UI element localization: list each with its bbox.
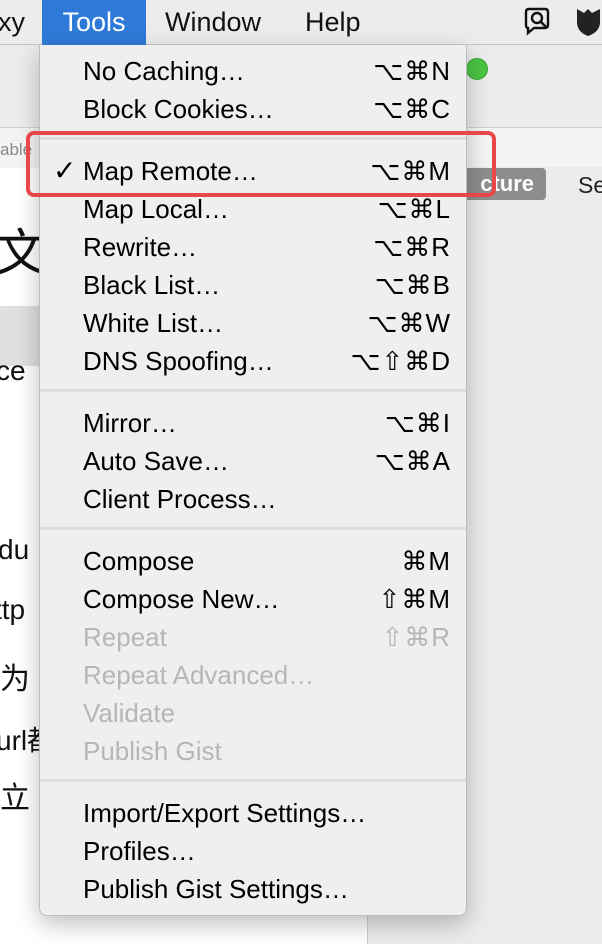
shortcut: ⌥⌘R xyxy=(373,232,451,262)
segment-label-sequence[interactable]: Se xyxy=(578,168,602,202)
background-text: ttp xyxy=(0,594,26,625)
background-text: 为 xyxy=(0,663,30,696)
background-text: du xyxy=(0,534,30,565)
menu-item-compose[interactable]: Compose ⌘M xyxy=(40,543,466,579)
shortcut: ⇧⌘M xyxy=(378,584,451,614)
menubar-item-help[interactable]: Help xyxy=(305,0,361,45)
menubar-item-proxy[interactable]: xy xyxy=(0,0,25,45)
shortcut: ⌘M xyxy=(401,546,451,576)
shortcut: ⇧⌘R xyxy=(381,622,451,652)
menu-item-repeat: Repeat ⇧⌘R xyxy=(40,619,466,655)
menu-item-block-cookies[interactable]: Block Cookies… ⌥⌘C xyxy=(40,91,466,127)
window-zoom-button[interactable] xyxy=(466,58,488,80)
menu-item-profiles[interactable]: Profiles… xyxy=(40,833,466,869)
shortcut: ⌥⌘C xyxy=(373,94,451,124)
menu-item-rewrite[interactable]: Rewrite… ⌥⌘R xyxy=(40,229,466,265)
background-text: 立 xyxy=(0,782,30,815)
menu-item-publish-gist-settings[interactable]: Publish Gist Settings… xyxy=(40,871,466,907)
menu-item-client-process[interactable]: Client Process… xyxy=(40,481,466,517)
menu-item-black-list[interactable]: Black List… ⌥⌘B xyxy=(40,267,466,303)
shield-icon[interactable] xyxy=(575,6,602,43)
shortcut: ⌥⌘A xyxy=(374,446,451,476)
menu-separator xyxy=(40,527,466,530)
menu-item-compose-new[interactable]: Compose New… ⇧⌘M xyxy=(40,581,466,617)
shortcut: ⌥⌘I xyxy=(384,408,451,438)
menu-bar: xy Tools Window Help xyxy=(0,0,602,45)
menu-item-publish-gist: Publish Gist xyxy=(83,736,222,766)
menubar-item-window[interactable]: Window xyxy=(165,0,261,45)
menu-separator xyxy=(40,779,466,782)
menu-item-repeat-advanced: Repeat Advanced… xyxy=(83,660,315,690)
menu-item-white-list[interactable]: White List… ⌥⌘W xyxy=(40,305,466,341)
highlight-box xyxy=(26,131,496,197)
background-text: ce xyxy=(0,355,26,386)
menu-item-validate: Validate xyxy=(83,698,176,728)
menubar-item-tools[interactable]: Tools xyxy=(42,0,146,45)
search-chat-icon[interactable] xyxy=(522,6,554,43)
shortcut: ⌥⌘B xyxy=(374,270,451,300)
shortcut: ⌥⌘W xyxy=(367,308,451,338)
menu-item-dns-spoofing[interactable]: DNS Spoofing… ⌥⇧⌘D xyxy=(40,343,466,379)
menu-separator xyxy=(40,389,466,392)
menu-item-auto-save[interactable]: Auto Save… ⌥⌘A xyxy=(40,443,466,479)
menu-item-no-caching[interactable]: No Caching… ⌥⌘N xyxy=(40,53,466,89)
shortcut: ⌥⌘N xyxy=(373,56,451,86)
menu-item-mirror[interactable]: Mirror… ⌥⌘I xyxy=(40,405,466,441)
menu-item-import-export-settings[interactable]: Import/Export Settings… xyxy=(40,795,466,831)
shortcut: ⌥⇧⌘D xyxy=(350,346,451,376)
